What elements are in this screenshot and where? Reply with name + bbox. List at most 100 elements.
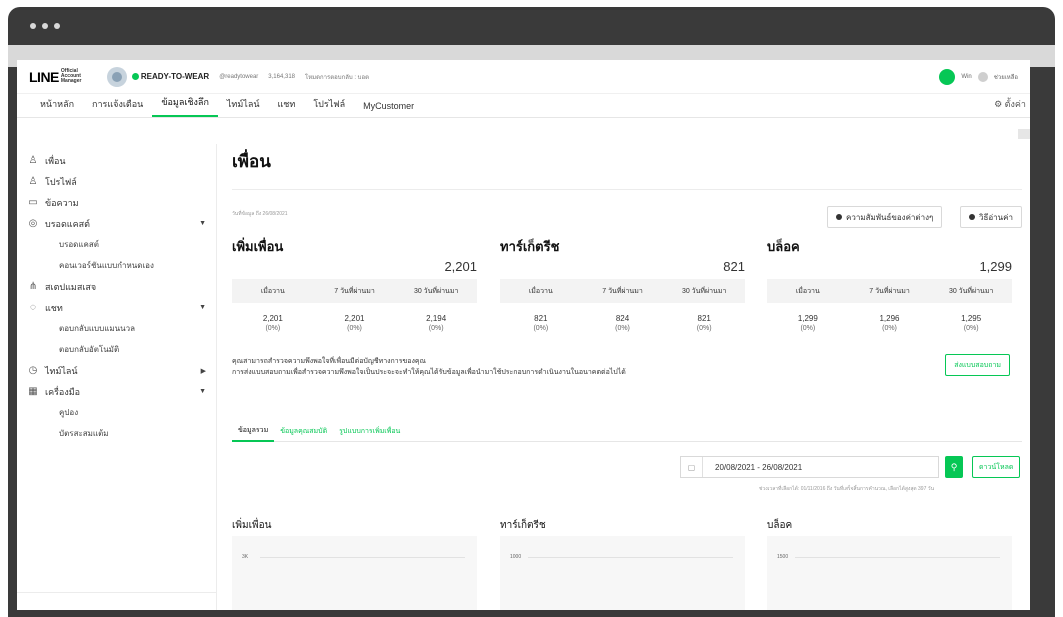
survey-info: คุณสามารถสำรวจความพึงพอใจที่เพื่อนมีต่อบ…	[232, 356, 626, 378]
chart-title: เพิ่มเพื่อน	[232, 520, 272, 531]
stat-percent: (0%)	[347, 325, 362, 332]
stat-total: 2,201	[444, 259, 477, 274]
tab-overview[interactable]: ข้อมูลรวม	[232, 420, 275, 442]
app-content: LINE Official Account Manager READY-TO-W…	[17, 60, 1030, 610]
sidebar-item-label: ไทม์ไลน์	[45, 365, 78, 376]
sidebar-item-label: ข้อความ	[45, 197, 79, 208]
sidebar-subitem-reward-card[interactable]: บัตรสะสมแต้ม	[17, 423, 216, 444]
nav-home[interactable]: หน้าหลัก	[31, 97, 83, 117]
stat-col-header: เมื่อวาน	[260, 287, 285, 295]
window-dot[interactable]	[42, 23, 48, 29]
help-icon[interactable]	[977, 71, 988, 82]
clock-icon: ◷	[28, 365, 38, 376]
howto-button[interactable]: วิธีอ่านค่า	[960, 206, 1022, 228]
stat-number: 2,201	[344, 314, 365, 323]
chevron-down-icon: ▼	[199, 304, 206, 311]
stat-percent: (0%)	[882, 325, 897, 332]
search-icon: ⚲	[950, 461, 958, 472]
sidebar-item-timeline[interactable]: ◷ ไทม์ไลน์ ▶	[17, 360, 216, 381]
send-survey-button[interactable]: ส่งแบบสอบถาม	[945, 354, 1010, 376]
stat-header-row: เมื่อวาน 7 วันที่ผ่านมา 30 วันที่ผ่านมา	[767, 279, 1012, 303]
stat-number: 2,201	[262, 314, 283, 323]
friends-count: 3,164,318	[268, 73, 295, 80]
sidebar-item-label: แชท	[45, 302, 63, 313]
profile-icon: ♙	[28, 176, 38, 187]
chart-blocked: 1500	[767, 536, 1012, 610]
calendar-icon: ▢	[681, 457, 703, 477]
sidebar-item-friends[interactable]: ♙ เพื่อน	[17, 150, 216, 171]
window-dot[interactable]	[54, 23, 60, 29]
nav-mycustomer[interactable]: MyCustomer	[354, 101, 423, 117]
search-button[interactable]: ⚲	[945, 456, 963, 478]
nav-profile[interactable]: โปรไฟล์	[304, 97, 354, 117]
sidebar-subitem-auto-reply[interactable]: ตอบกลับอัตโนมัติ	[17, 339, 216, 360]
relation-button[interactable]: ความสัมพันธ์ของค่าต่างๆ	[827, 206, 943, 228]
date-range-note: ช่วงเวลาที่เลือกได้: 01/11/2016 ถึง วันท…	[759, 486, 934, 492]
stat-header-row: เมื่อวาน 7 วันที่ผ่านมา 30 วันที่ผ่านมา	[500, 279, 745, 303]
response-mode[interactable]: โหมดการตอบกลับ : บอต	[305, 72, 369, 82]
sidebar-subitem-broadcast[interactable]: บรอดแคสต์	[17, 234, 216, 255]
stat-blocked: บล็อค 1,299 เมื่อวาน 7 วันที่ผ่านมา 30 ว…	[767, 236, 1012, 332]
window-dot[interactable]	[30, 23, 36, 29]
account-name[interactable]: READY-TO-WEAR	[141, 72, 209, 81]
user-avatar[interactable]	[939, 68, 956, 85]
sidebar-item-broadcast[interactable]: ◎ บรอดแคสต์ ▼	[17, 213, 216, 234]
tab-attributes[interactable]: ข้อมูลคุณสมบัติ	[274, 420, 333, 442]
stat-target-reach: ทาร์เก็ตรีช 821 เมื่อวาน 7 วันที่ผ่านมา …	[500, 236, 745, 332]
chevron-down-icon: ▼	[199, 388, 206, 395]
settings-button[interactable]: ⚙ ตั้งค่า	[994, 97, 1030, 117]
line-logo[interactable]: LINE	[29, 69, 59, 85]
howto-button-label: วิธีอ่านค่า	[979, 212, 1013, 222]
page-title: เพื่อน	[232, 152, 271, 171]
chart-target-reach: 1000	[500, 536, 745, 610]
stat-value: 824 (0%)	[582, 314, 664, 332]
stat-value: 1,295 (0%)	[930, 314, 1012, 332]
sidebar-item-label: เครื่องมือ	[45, 386, 81, 397]
stat-col-header: 30 วันที่ผ่านมา	[948, 287, 994, 295]
nav-notifications[interactable]: การแจ้งเตือน	[83, 97, 152, 117]
y-tick-label: 1500	[777, 554, 789, 560]
stat-number: 824	[615, 314, 630, 323]
sidebar-item-profile[interactable]: ♙ โปรไฟล์	[17, 171, 216, 192]
stat-header-row: เมื่อวาน 7 วันที่ผ่านมา 30 วันที่ผ่านมา	[232, 279, 477, 303]
scrollbar-thumb[interactable]	[1018, 129, 1030, 139]
download-button[interactable]: ดาวน์โหลด	[972, 456, 1021, 478]
tab-add-friend-source[interactable]: รูปแบบการเพิ่มเพื่อน	[333, 420, 406, 442]
nav-timeline[interactable]: ไทม์ไลน์	[218, 97, 269, 117]
stat-number: 1,296	[879, 314, 900, 323]
stat-percent: (0%)	[615, 325, 630, 332]
nav-insights[interactable]: ข้อมูลเชิงลึก	[152, 95, 218, 117]
stat-title: ทาร์เก็ตรีช	[500, 239, 560, 254]
y-tick-label: 1000	[510, 554, 522, 560]
stat-col-header: 30 วันที่ผ่านมา	[413, 287, 459, 295]
survey-info-line: คุณสามารถสำรวจความพึงพอใจที่เพื่อนมีต่อบ…	[232, 358, 427, 365]
bullet-icon	[836, 214, 842, 220]
stat-add-friends: เพิ่มเพื่อน 2,201 เมื่อวาน 7 วันที่ผ่านม…	[232, 236, 477, 332]
main-nav: หน้าหลัก การแจ้งเตือน ข้อมูลเชิงลึก ไทม์…	[17, 94, 1030, 118]
stat-value: 2,194 (0%)	[395, 314, 477, 332]
account-avatar[interactable]	[106, 66, 127, 87]
sidebar-subitem-manual-reply[interactable]: ตอบกลับแบบแมนนวล	[17, 318, 216, 339]
stats-section: เพิ่มเพื่อน 2,201 เมื่อวาน 7 วันที่ผ่านม…	[232, 236, 1022, 346]
stat-values-row: 2,201 (0%) 2,201 (0%) 2,194 (0%)	[232, 314, 477, 332]
stat-value: 821 (0%)	[500, 314, 582, 332]
help-label[interactable]: ช่วยเหลือ	[994, 72, 1018, 82]
tools-icon: ▦	[28, 386, 38, 397]
sidebar-item-chat[interactable]: ◌ แชท ▼	[17, 297, 216, 318]
sidebar-item-messages[interactable]: ▭ ข้อความ	[17, 192, 216, 213]
user-name[interactable]: Win	[961, 74, 971, 80]
grid-line	[795, 557, 1000, 558]
sidebar-item-step-message[interactable]: ⋔ สเตปแมสเสจ	[17, 276, 216, 297]
stat-col-header: 7 วันที่ผ่านมา	[602, 287, 643, 295]
nav-chat[interactable]: แชท	[269, 97, 305, 117]
sidebar-subitem-custom-conversion[interactable]: คอนเวอร์ชันแบบกำหนดเอง	[17, 255, 216, 276]
sidebar-item-tools[interactable]: ▦ เครื่องมือ ▼	[17, 381, 216, 402]
grid-line	[260, 557, 465, 558]
sidebar-subitem-coupon[interactable]: คูปอง	[17, 402, 216, 423]
bullet-icon	[969, 214, 975, 220]
stat-title: เพิ่มเพื่อน	[232, 239, 284, 254]
survey-info-line: การส่งแบบสอบถามเพื่อสำรวจความพึงพอใจเป็น…	[232, 369, 626, 376]
stat-number: 1,299	[797, 314, 818, 323]
date-range-input[interactable]: ▢ 20/08/2021 - 26/08/2021	[680, 456, 939, 478]
stat-col-header: เมื่อวาน	[795, 287, 820, 295]
